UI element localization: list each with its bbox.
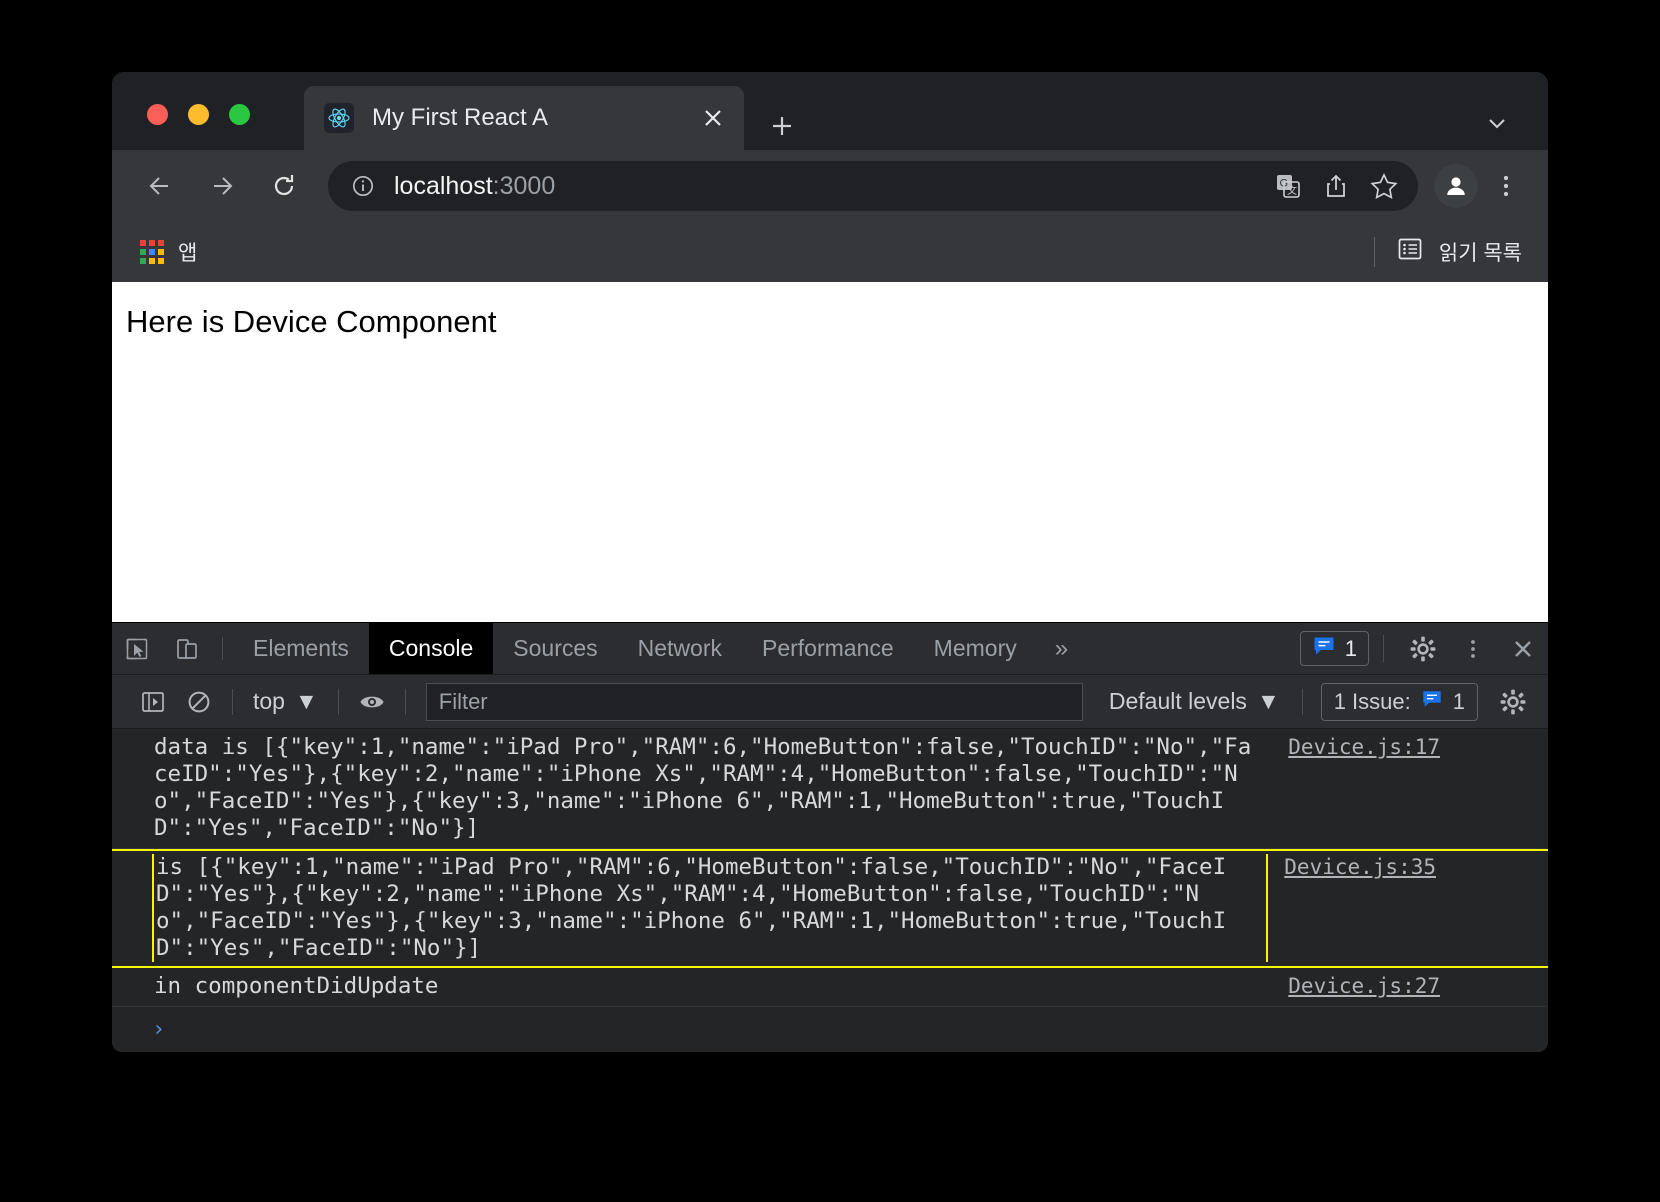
tab-sources[interactable]: Sources bbox=[493, 623, 617, 674]
console-source-link[interactable]: Device.js:17 bbox=[1272, 734, 1472, 842]
url-host: localhost bbox=[394, 171, 493, 200]
tab-network[interactable]: Network bbox=[618, 623, 742, 674]
filterbar-divider-2 bbox=[337, 688, 339, 715]
console-filter-input[interactable]: Filter bbox=[425, 682, 1083, 721]
clear-console-icon[interactable] bbox=[176, 679, 222, 725]
devtools-tabbar-spacer bbox=[1086, 623, 1300, 674]
console-message-text: in componentDidUpdate bbox=[154, 973, 439, 999]
bookmarks-bar: 앱 읽기 목록 bbox=[112, 222, 1548, 282]
console-message-text: is [{"key":1,"name":"iPad Pro","RAM":6,"… bbox=[152, 854, 1268, 962]
devtools-panel: Elements Console Sources Network Perform… bbox=[112, 622, 1548, 1052]
tab-strip: My First React A bbox=[112, 72, 1548, 150]
console-source-link[interactable]: Device.js:35 bbox=[1268, 854, 1468, 962]
console-input-prompt[interactable]: › bbox=[112, 1007, 1548, 1042]
tab-console[interactable]: Console bbox=[368, 623, 494, 674]
url-port: :3000 bbox=[492, 171, 556, 200]
devtools-right-divider bbox=[1383, 635, 1384, 662]
issues-counter-label: 1 Issue: bbox=[1333, 688, 1411, 714]
tab-performance[interactable]: Performance bbox=[742, 623, 914, 674]
bookmark-item-apps[interactable]: 앱 bbox=[140, 237, 197, 267]
close-icon[interactable] bbox=[696, 101, 730, 135]
issues-counter-button[interactable]: 1 Issue: 1 bbox=[1320, 682, 1478, 721]
gear-icon[interactable] bbox=[1398, 623, 1448, 674]
chevron-down-icon: ▼ bbox=[294, 688, 318, 714]
console-message-list[interactable]: data is [{"key":1,"name":"iPad Pro","RAM… bbox=[112, 729, 1548, 1052]
eye-icon[interactable] bbox=[349, 679, 395, 725]
person-avatar-icon[interactable] bbox=[1434, 164, 1478, 208]
chevron-down-icon[interactable] bbox=[1480, 106, 1514, 140]
reload-icon[interactable] bbox=[262, 164, 306, 208]
minimize-window-button[interactable] bbox=[188, 104, 209, 125]
tab-elements[interactable]: Elements bbox=[233, 623, 369, 674]
console-message-row[interactable]: data is [{"key":1,"name":"iPad Pro","RAM… bbox=[112, 729, 1548, 849]
console-filter-toolbar: top ▼ Filter Default levels ▼ 1 Issue: 1 bbox=[112, 675, 1548, 729]
star-icon[interactable] bbox=[1362, 164, 1406, 208]
gear-icon[interactable] bbox=[1490, 679, 1536, 725]
execution-context-selector[interactable]: top ▼ bbox=[243, 688, 328, 715]
window-traffic-lights bbox=[147, 104, 250, 125]
svg-text:文: 文 bbox=[1287, 184, 1297, 197]
issue-message-icon bbox=[1312, 634, 1336, 664]
reading-list-icon bbox=[1397, 236, 1423, 268]
arrow-right-icon[interactable] bbox=[200, 164, 244, 208]
address-bar-url: localhost:3000 bbox=[394, 172, 1266, 201]
filterbar-divider-1 bbox=[232, 688, 233, 715]
devtools-tabbar-divider bbox=[222, 637, 223, 660]
close-window-button[interactable] bbox=[147, 104, 168, 125]
tab-title: My First React A bbox=[372, 104, 549, 131]
page-title: Here is Device Component bbox=[126, 304, 497, 339]
device-toggle-icon[interactable] bbox=[162, 623, 212, 674]
bookmarks-divider bbox=[1373, 237, 1375, 267]
reading-list-button[interactable]: 읽기 목록 bbox=[1397, 236, 1522, 268]
apps-grid-icon bbox=[140, 240, 164, 264]
issue-message-icon bbox=[1421, 688, 1443, 716]
browser-tab[interactable]: My First React A bbox=[304, 86, 744, 150]
new-tab-button[interactable] bbox=[762, 106, 802, 146]
tab-memory[interactable]: Memory bbox=[914, 623, 1037, 674]
log-levels-label: Default levels bbox=[1108, 688, 1247, 714]
address-bar[interactable]: localhost:3000 G 文 bbox=[328, 161, 1418, 211]
translate-icon[interactable]: G 文 bbox=[1266, 164, 1310, 208]
log-levels-selector[interactable]: Default levels ▼ bbox=[1097, 688, 1292, 715]
chevron-down-icon: ▼ bbox=[1256, 688, 1280, 714]
console-message-row[interactable]: is [{"key":1,"name":"iPad Pro","RAM":6,"… bbox=[112, 849, 1548, 968]
filterbar-divider-4 bbox=[1301, 688, 1303, 715]
maximize-window-button[interactable] bbox=[229, 104, 250, 125]
browser-window: My First React A localhost:3000 G 文 앱 읽기… bbox=[112, 72, 1548, 1052]
prompt-caret-icon: › bbox=[152, 1017, 166, 1042]
filterbar-divider-3 bbox=[404, 688, 406, 715]
issues-badge-count: 1 bbox=[1344, 635, 1357, 661]
console-message-text: data is [{"key":1,"name":"iPad Pro","RAM… bbox=[154, 734, 1252, 841]
react-logo-icon bbox=[324, 103, 354, 133]
more-tabs-button[interactable]: » bbox=[1037, 623, 1086, 674]
page-viewport: Here is Device Component bbox=[112, 282, 1548, 622]
browser-toolbar: localhost:3000 G 文 bbox=[112, 150, 1548, 222]
issues-badge[interactable]: 1 bbox=[1299, 631, 1369, 666]
console-sidebar-icon[interactable] bbox=[130, 679, 176, 725]
bookmark-label-apps: 앱 bbox=[178, 242, 198, 265]
omnibox-action-icons: G 文 bbox=[1266, 164, 1406, 208]
info-circle-icon[interactable] bbox=[350, 173, 376, 199]
arrow-left-icon[interactable] bbox=[138, 164, 182, 208]
console-source-link[interactable]: Device.js:27 bbox=[1272, 973, 1472, 1000]
issues-counter-count: 1 bbox=[1452, 688, 1465, 714]
share-icon[interactable] bbox=[1314, 164, 1358, 208]
close-icon[interactable] bbox=[1498, 623, 1548, 674]
inspect-cursor-icon[interactable] bbox=[112, 623, 162, 674]
reading-list-label: 읽기 목록 bbox=[1438, 242, 1522, 265]
devtools-tabbar: Elements Console Sources Network Perform… bbox=[112, 623, 1548, 675]
execution-context-label: top bbox=[253, 688, 285, 714]
console-message-row[interactable]: in componentDidUpdate Device.js:27 bbox=[112, 968, 1548, 1007]
three-dots-vertical-icon[interactable] bbox=[1448, 623, 1498, 674]
three-dots-vertical-icon[interactable] bbox=[1486, 164, 1526, 208]
